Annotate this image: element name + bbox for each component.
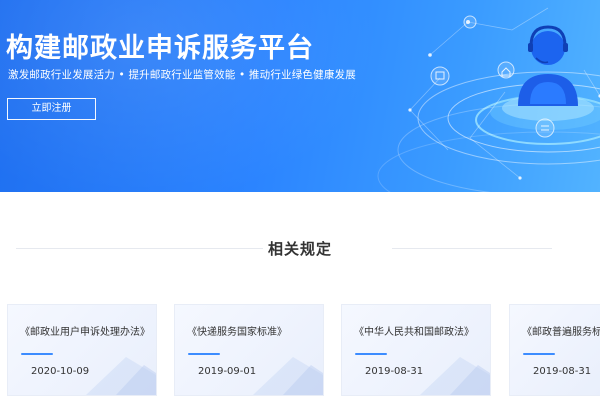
card-decoration [253,357,323,395]
card-decoration [420,357,490,395]
regulation-card[interactable]: 《邮政普遍服务标准》 2019-08-31 [509,304,600,396]
card-accent-bar [355,353,387,355]
card-accent-bar [21,353,53,355]
card-accent-bar [188,353,220,355]
regulation-card[interactable]: 《中华人民共和国邮政法》 2019-08-31 [341,304,491,396]
regulation-card-list: 《邮政业用户申诉处理办法》 2020-10-09 《快递服务国家标准》 2019… [0,304,600,400]
hero-title: 构建邮政业申诉服务平台 [6,33,314,64]
hero-banner: 构建邮政业申诉服务平台 激发邮政行业发展活力 • 提升邮政行业监管效能 • 推动… [0,0,600,192]
card-title: 《邮政普遍服务标准》 [522,327,600,338]
card-date: 2019-08-31 [533,366,592,377]
card-accent-bar [523,353,555,355]
hero-subtitle: 激发邮政行业发展活力 • 提升邮政行业监管效能 • 推动行业绿色健康发展 [8,69,356,81]
card-decoration [86,357,156,395]
register-button[interactable]: 立即注册 [7,98,96,120]
regulation-card[interactable]: 《快递服务国家标准》 2019-09-01 [174,304,324,396]
section-divider-right [392,248,552,249]
regulation-card[interactable]: 《邮政业用户申诉处理办法》 2020-10-09 [7,304,157,396]
